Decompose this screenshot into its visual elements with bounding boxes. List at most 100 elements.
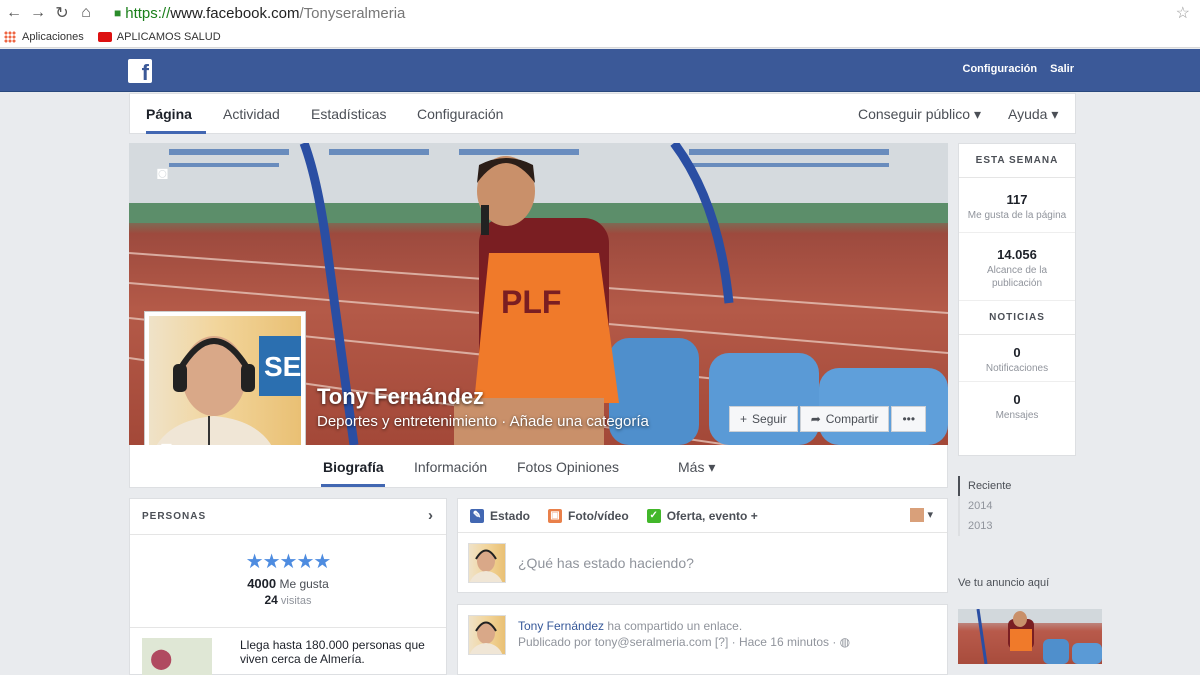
cover-actions: + Seguir ➦ Compartir ••• xyxy=(729,406,928,432)
bookmark-star-icon[interactable]: ☆ xyxy=(1176,3,1190,23)
tab-mas[interactable]: Más ▾ xyxy=(678,459,715,476)
composer-tab-status[interactable]: ✎ Estado xyxy=(470,508,531,523)
ad-preview-image[interactable] xyxy=(958,609,1102,664)
lock-icon: ■ xyxy=(114,6,122,20)
post-as-selector[interactable]: ▾ xyxy=(910,508,933,523)
status-tab-label: Estado xyxy=(490,508,531,523)
tab-fotos[interactable]: Fotos xyxy=(517,459,552,475)
year-2013[interactable]: 2013 xyxy=(958,516,1011,536)
chevron-right-icon[interactable]: › xyxy=(428,507,434,524)
reach-promo-text: Llega hasta 180.000 personas que viven c… xyxy=(240,638,425,666)
composer-tabs: ✎ Estado ▣ Foto/vídeo ✓ Oferta, evento + xyxy=(458,499,947,533)
top-bar-links: Configuración Salir xyxy=(953,63,1074,75)
facebook-logo-icon[interactable]: f xyxy=(128,59,152,83)
forward-arrow-icon[interactable]: → xyxy=(28,3,48,23)
photo-icon: ▣ xyxy=(548,508,563,523)
notifications-label: Notificaciones xyxy=(985,363,1049,374)
avatar-illustration xyxy=(469,621,503,654)
page-likes-stat[interactable]: 117 Me gusta de la página xyxy=(959,178,1075,233)
bookmark-aplicamos-salud[interactable]: APLICAMOS SALUD xyxy=(117,31,221,43)
settings-link[interactable]: Configuración xyxy=(963,63,1038,75)
post-reach-value: 14.056 xyxy=(997,247,1037,262)
map-pin-icon: ⬤ xyxy=(150,648,173,670)
composer-placeholder[interactable]: ¿Qué has estado haciendo? xyxy=(518,555,694,571)
page-likes-count[interactable]: 4000 Me gusta xyxy=(130,576,446,591)
messages-value: 0 xyxy=(1013,392,1021,407)
url-host: www.facebook.com xyxy=(170,4,300,22)
active-tab-indicator xyxy=(146,131,206,134)
change-cover-camera-icon[interactable]: ◙ xyxy=(157,163,168,184)
news-header: NOTICIAS xyxy=(959,301,1075,335)
radio-logo-text: SE xyxy=(264,351,301,382)
tab-opiniones[interactable]: Opiniones xyxy=(556,459,619,475)
post-composer: ✎ Estado ▣ Foto/vídeo ✓ Oferta, evento +… xyxy=(457,498,948,593)
composer-tab-offer-event[interactable]: ✓ Oferta, evento + xyxy=(646,508,758,523)
tab-actividad[interactable]: Actividad xyxy=(223,106,280,122)
more-options-button[interactable]: ••• xyxy=(891,406,927,432)
tab-biografia[interactable]: Biografía xyxy=(323,459,384,475)
share-button[interactable]: ➦ Compartir xyxy=(799,406,890,432)
year-recent[interactable]: Reciente xyxy=(958,476,1011,496)
url-path: /Tonyseralmeria xyxy=(299,4,406,22)
page-likes-value: 117 xyxy=(1006,192,1028,207)
people-header[interactable]: PERSONAS › xyxy=(130,499,446,535)
reload-icon[interactable]: ↻ xyxy=(52,3,72,23)
ad-thumbnail-illustration xyxy=(958,609,1102,664)
share-label: Compartir xyxy=(825,412,879,426)
visits-label: visitas xyxy=(280,595,312,607)
likes-value: 4000 xyxy=(247,576,277,591)
visits-value: 24 xyxy=(264,593,278,607)
back-arrow-icon[interactable]: ← xyxy=(4,3,24,23)
avatar[interactable] xyxy=(468,615,506,655)
post-reach-stat[interactable]: 14.056 Alcance de la publicación xyxy=(959,233,1075,301)
post-author-link[interactable]: Tony Fernández xyxy=(518,619,604,633)
help-menu[interactable]: Ayuda ▾ xyxy=(1008,106,1058,123)
page-visits-count[interactable]: 24 visitas xyxy=(130,593,446,607)
home-icon[interactable]: ⌂ xyxy=(76,3,96,23)
address-bar[interactable]: ■ https:// www.facebook.com /Tonyseralme… xyxy=(114,5,405,22)
facebook-top-bar: f Configuración Salir xyxy=(0,49,1200,92)
promote-menu[interactable]: Conseguir público ▾ xyxy=(858,106,981,123)
page-name: Tony Fernández xyxy=(317,384,485,409)
map-thumbnail: ⬤ xyxy=(142,638,212,675)
likes-label: Me gusta xyxy=(279,577,329,591)
photo-tab-label: Foto/vídeo xyxy=(568,508,629,523)
rating-stars-icon: ★★★★★ xyxy=(245,551,332,573)
vest-lettering: PLF xyxy=(501,284,561,320)
post-header: Tony Fernández ha compartido un enlace. xyxy=(518,619,742,633)
url-scheme: https:// xyxy=(125,4,171,22)
pencil-icon: ✎ xyxy=(470,508,484,523)
logout-link[interactable]: Salir xyxy=(1050,63,1074,75)
post-reach-label: Alcance de la publicación xyxy=(986,265,1048,289)
composer-input-area[interactable]: ¿Qué has estado haciendo? xyxy=(468,543,694,583)
messages-label: Mensajes xyxy=(995,410,1039,421)
youtube-icon xyxy=(97,31,112,42)
composer-tab-photo-video[interactable]: ▣ Foto/vídeo xyxy=(548,508,629,523)
year-2014[interactable]: 2014 xyxy=(958,496,1011,516)
notifications-stat[interactable]: 0 Notificaciones xyxy=(959,335,1075,382)
apps-grid-icon[interactable] xyxy=(4,30,16,43)
ellipsis-icon: ••• xyxy=(902,412,916,426)
reach-promo[interactable]: ⬤ Llega hasta 180.000 personas que viven… xyxy=(130,627,446,675)
share-arrow-icon: ➦ xyxy=(810,412,821,426)
tab-configuracion[interactable]: Configuración xyxy=(417,106,503,122)
chevron-down-icon: ▾ xyxy=(927,509,933,521)
bookmark-apps[interactable]: Aplicaciones xyxy=(22,31,84,43)
messages-stat[interactable]: 0 Mensajes xyxy=(959,382,1075,428)
ad-preview-label[interactable]: Ve tu anuncio aquí xyxy=(958,577,1049,589)
page-category[interactable]: Deportes y entretenimiento · Añade una c… xyxy=(317,413,649,430)
page-likes-label: Me gusta de la página xyxy=(967,210,1067,221)
post-metadata: Publicado por tony@seralmeria.com [?] · … xyxy=(518,635,851,649)
this-week-panel: ESTA SEMANA 117 Me gusta de la página 14… xyxy=(958,143,1076,456)
this-week-header: ESTA SEMANA xyxy=(959,144,1075,178)
plus-icon: + xyxy=(740,412,748,426)
tab-pagina[interactable]: Página xyxy=(146,106,192,122)
follow-button[interactable]: + Seguir xyxy=(729,406,798,432)
notifications-value: 0 xyxy=(1013,345,1021,360)
avatar-illustration xyxy=(469,549,503,582)
tab-estadisticas[interactable]: Estadísticas xyxy=(311,106,386,122)
tab-informacion[interactable]: Información xyxy=(414,459,487,475)
follow-label: Seguir xyxy=(752,412,787,426)
post-action: ha compartido un enlace. xyxy=(607,619,743,633)
active-tab-indicator xyxy=(321,484,385,487)
